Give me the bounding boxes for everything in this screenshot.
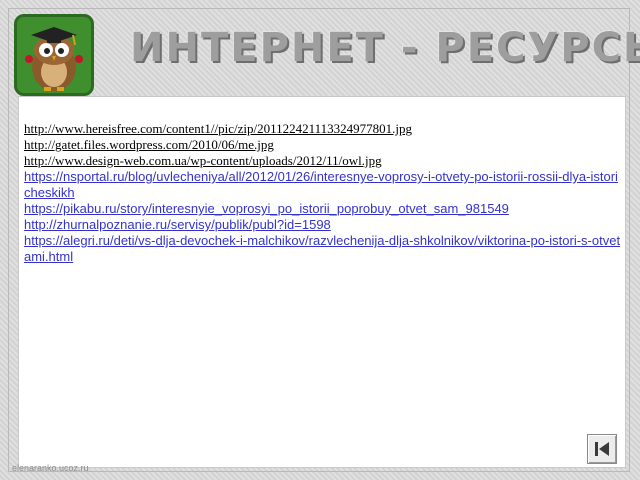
- link-nsportal[interactable]: https://nsportal.ru/blog/uvlecheniya/all…: [24, 169, 622, 201]
- link-alegri[interactable]: https://alegri.ru/deti/vs-dlja-devochek-…: [24, 233, 622, 265]
- link-design-web[interactable]: http://www.design-web.com.ua/wp-content/…: [24, 153, 624, 169]
- link-hereisfree[interactable]: http://www.hereisfree.com/content1//pic/…: [24, 121, 624, 137]
- owl-graduate-icon: [14, 14, 94, 96]
- link-pikabu[interactable]: https://pikabu.ru/story/interesnyie_vopr…: [24, 201, 622, 217]
- link-gatet[interactable]: http://gatet.files.wordpress.com/2010/06…: [24, 137, 624, 153]
- links-list: http://www.hereisfree.com/content1//pic/…: [24, 121, 624, 265]
- page-title: ИНТЕРНЕТ - РЕСУРСЫ: [130, 25, 640, 71]
- links-panel: http://www.hereisfree.com/content1//pic/…: [18, 96, 626, 468]
- link-zhurnalpoznanie[interactable]: http://zhurnalpoznanie.ru/servisy/publik…: [24, 217, 622, 233]
- return-to-start-button[interactable]: [587, 434, 617, 464]
- watermark: elenaranko.ucoz.ru: [12, 463, 89, 473]
